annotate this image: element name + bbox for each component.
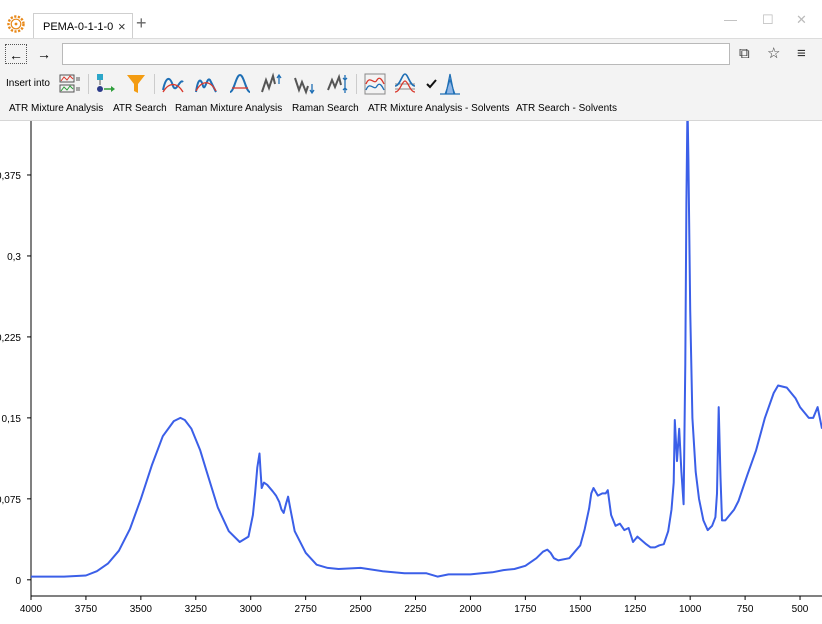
insert-spectrum-icon[interactable] (58, 72, 82, 96)
menu-raman-mixture-analysis[interactable]: Raman Mixture Analysis (175, 103, 282, 114)
menu-atr-mixture-analysis-solvents[interactable]: ATR Mixture Analysis - Solvents (368, 103, 510, 114)
baseline-icon[interactable] (161, 72, 185, 96)
y-tick-label: 0 (15, 576, 21, 587)
minimize-button[interactable]: — (724, 12, 737, 27)
x-tick-label: 3000 (240, 604, 263, 615)
maximize-button[interactable]: ☐ (762, 12, 774, 28)
overlay-icon[interactable] (393, 72, 417, 96)
x-tick-label: 2000 (459, 604, 482, 615)
y-tick-label: 0,3 (7, 252, 21, 263)
insert-into-label: Insert into (6, 78, 50, 89)
toolbar: Insert into (0, 70, 822, 98)
x-tick-label: 4000 (20, 604, 43, 615)
x-tick-label: 3250 (185, 604, 208, 615)
y-tick-label: 0,375 (0, 171, 21, 182)
menu-raman-search[interactable]: Raman Search (292, 103, 359, 114)
derivative-down-icon[interactable] (293, 72, 317, 96)
y-tick-label: 0,225 (0, 333, 21, 344)
x-tick-label: 3750 (75, 604, 98, 615)
filter-icon[interactable] (124, 72, 148, 96)
favorite-star-icon[interactable]: ☆ (767, 44, 780, 64)
compare-icon[interactable] (363, 72, 387, 96)
normalize-icon[interactable] (326, 72, 350, 96)
toolbar-separator (88, 74, 89, 94)
back-button[interactable]: ← (5, 44, 27, 64)
x-tick-label: 750 (737, 604, 754, 615)
x-tick-label: 1250 (624, 604, 647, 615)
spectrum-series-line (31, 121, 822, 578)
title-bar: PEMA-0-1-1-0 × + — ☐ ✕ (0, 0, 822, 38)
search-menu-bar: ATR Mixture Analysis ATR Search Raman Mi… (0, 98, 822, 121)
toolbar-separator (356, 74, 357, 94)
x-tick-label: 2750 (295, 604, 318, 615)
close-window-button[interactable]: ✕ (796, 12, 807, 28)
spectrum-chart-area[interactable]: 4000 3750 3500 3250 3000 2750 2500 2250 2000 1750… (0, 121, 822, 624)
address-input[interactable] (62, 43, 730, 65)
navigation-bar: ← → ⧉ ☆ ≡ (0, 38, 822, 71)
smooth-icon[interactable] (194, 72, 218, 96)
new-tab-button[interactable]: + (136, 14, 147, 32)
derivative-up-icon[interactable] (260, 72, 284, 96)
y-tick-label: 0,15 (2, 414, 22, 425)
x-tick-label: 1500 (569, 604, 592, 615)
menu-atr-mixture-analysis[interactable]: ATR Mixture Analysis (9, 103, 103, 114)
x-tick-label: 1000 (679, 604, 702, 615)
x-tick-label: 2250 (404, 604, 427, 615)
x-tick-label: 2500 (349, 604, 372, 615)
open-external-icon[interactable]: ⧉ (739, 44, 750, 64)
x-tick-label: 3500 (130, 604, 153, 615)
tab-pema[interactable]: PEMA-0-1-1-0 × (33, 13, 133, 38)
tab-close-icon[interactable]: × (118, 19, 126, 34)
workflow-icon[interactable] (94, 72, 118, 96)
peak-pick-icon[interactable] (438, 72, 462, 96)
tab-title: PEMA-0-1-1-0 (43, 21, 114, 33)
menu-atr-search[interactable]: ATR Search (113, 103, 167, 114)
menu-atr-search-solvents[interactable]: ATR Search - Solvents (516, 103, 617, 114)
spectrum-chart[interactable]: 4000 3750 3500 3250 3000 2750 2500 2250 2000 1750… (0, 121, 822, 624)
toolbar-separator (154, 74, 155, 94)
menu-hamburger-icon[interactable]: ≡ (797, 44, 806, 64)
forward-button[interactable]: → (33, 44, 55, 64)
y-tick-label: 0,075 (0, 495, 21, 506)
x-tick-label: 1750 (514, 604, 537, 615)
peak-icon[interactable] (228, 72, 252, 96)
app-logo-icon (7, 15, 25, 33)
x-tick-label: 500 (792, 604, 809, 615)
